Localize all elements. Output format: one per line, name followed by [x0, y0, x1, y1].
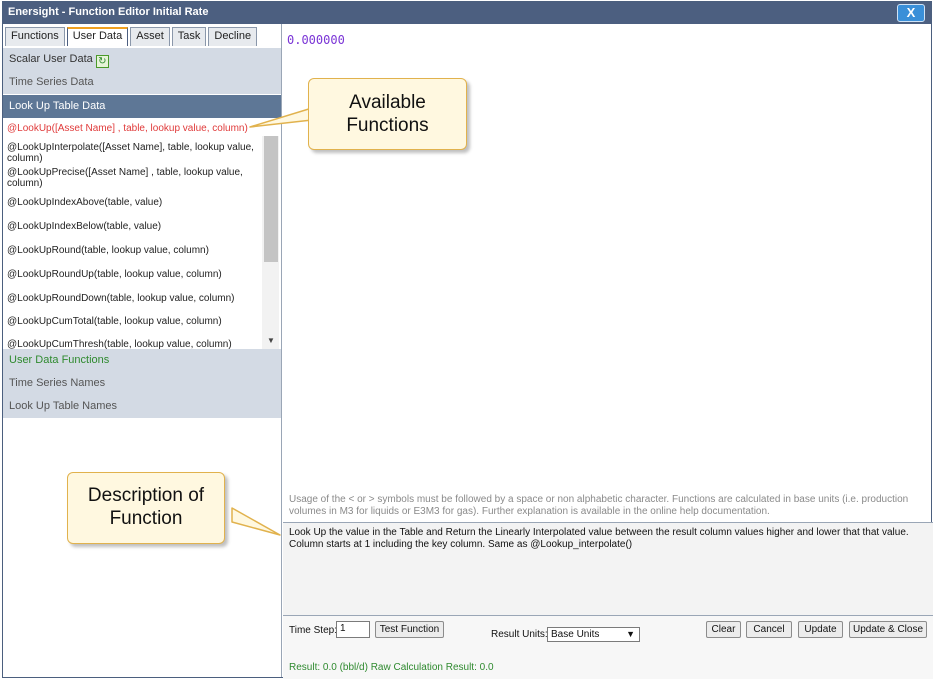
callout-pointer-available	[231, 107, 313, 536]
callout-available-functions: Available Functions	[308, 78, 467, 150]
callout-description-of-function: Description of Function	[67, 472, 225, 544]
